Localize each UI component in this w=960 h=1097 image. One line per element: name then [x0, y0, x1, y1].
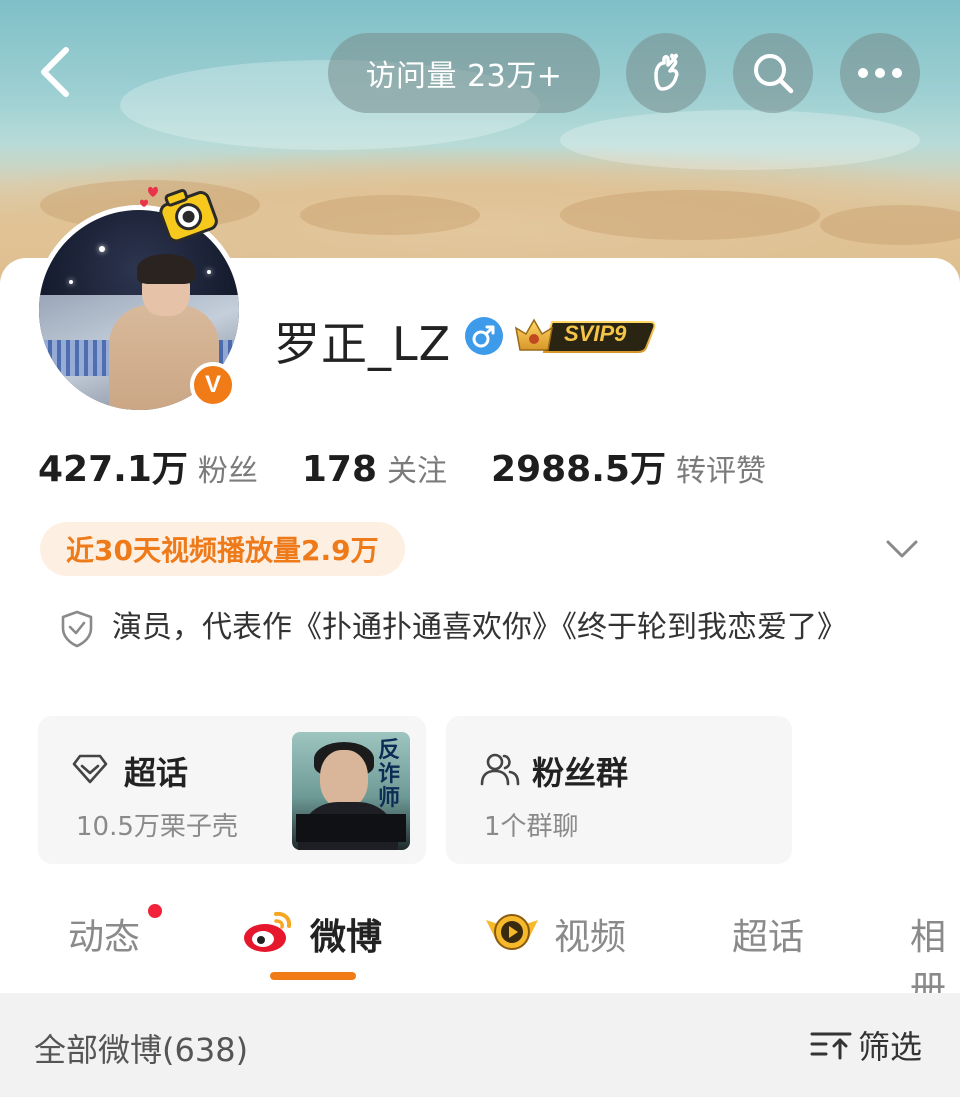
- search-button[interactable]: [733, 33, 813, 113]
- chevron-down-icon[interactable]: [884, 534, 920, 564]
- profile-stats: 427.1万 粉丝 178 关注 2988.5万 转评赞: [38, 440, 810, 496]
- interactions-count[interactable]: 2988.5万: [491, 440, 666, 492]
- tab-video[interactable]: 视频: [554, 908, 626, 960]
- svip-badge[interactable]: SVIP9: [514, 312, 656, 358]
- hand-heart-icon: [654, 53, 679, 91]
- tab-dongtai[interactable]: 动态: [68, 908, 140, 960]
- poster-title: 反诈师: [378, 737, 401, 811]
- users-icon: [480, 753, 520, 786]
- active-tab-indicator: [270, 972, 356, 980]
- profile-bio: 演员，代表作《扑通扑通喜欢你》《终于轮到我恋爱了》: [112, 610, 847, 645]
- search-icon: [754, 54, 794, 94]
- chaohua-poster[interactable]: 反诈师: [292, 732, 410, 850]
- all-weibo-count[interactable]: 全部微博(638): [34, 1025, 248, 1071]
- visits-count-pill[interactable]: 访问量 23万+: [328, 33, 600, 113]
- visits-label: 访问量 23万+: [365, 59, 563, 94]
- tab-weibo[interactable]: 微博: [310, 908, 382, 960]
- followers-label[interactable]: 粉丝: [198, 446, 258, 490]
- chaohua-title: 超话: [124, 754, 189, 792]
- following-count[interactable]: 178: [302, 449, 377, 490]
- greet-button[interactable]: [626, 33, 706, 113]
- fans-group-sub: 1个群聊: [484, 812, 579, 842]
- interactions-label[interactable]: 转评赞: [676, 446, 766, 490]
- more-icon: [858, 68, 902, 78]
- fans-group-tile[interactable]: 粉丝群 1个群聊: [446, 716, 792, 864]
- back-icon: [41, 47, 69, 97]
- chaohua-sub: 10.5万栗子壳: [76, 812, 238, 842]
- profile-name: 罗正_LZ: [274, 317, 452, 371]
- weibo-logo-icon: [244, 911, 292, 952]
- male-gender-icon: [465, 317, 503, 355]
- notification-dot: [148, 904, 162, 918]
- fans-group-title: 粉丝群: [532, 754, 629, 792]
- filter-button[interactable]: 筛选: [810, 1022, 922, 1068]
- video-play-icon: [486, 914, 538, 950]
- diamond-icon: [72, 754, 108, 784]
- filter-icon: [810, 1032, 852, 1060]
- shield-check-icon: [61, 610, 93, 648]
- following-label[interactable]: 关注: [387, 446, 447, 490]
- filter-label: 筛选: [858, 1028, 923, 1066]
- followers-count[interactable]: 427.1万: [38, 440, 188, 492]
- video-plays-pill[interactable]: 近30天视频播放量2.9万: [40, 522, 405, 576]
- svip-label: SVIP9: [564, 321, 627, 346]
- video-plays-label: 近30天视频播放量2.9万: [66, 534, 379, 567]
- camera-decoration-icon: [140, 186, 218, 243]
- verified-badge: V: [190, 362, 236, 408]
- more-button[interactable]: [840, 33, 920, 113]
- tab-chaohua[interactable]: 超话: [732, 908, 804, 960]
- back-button[interactable]: [28, 42, 80, 102]
